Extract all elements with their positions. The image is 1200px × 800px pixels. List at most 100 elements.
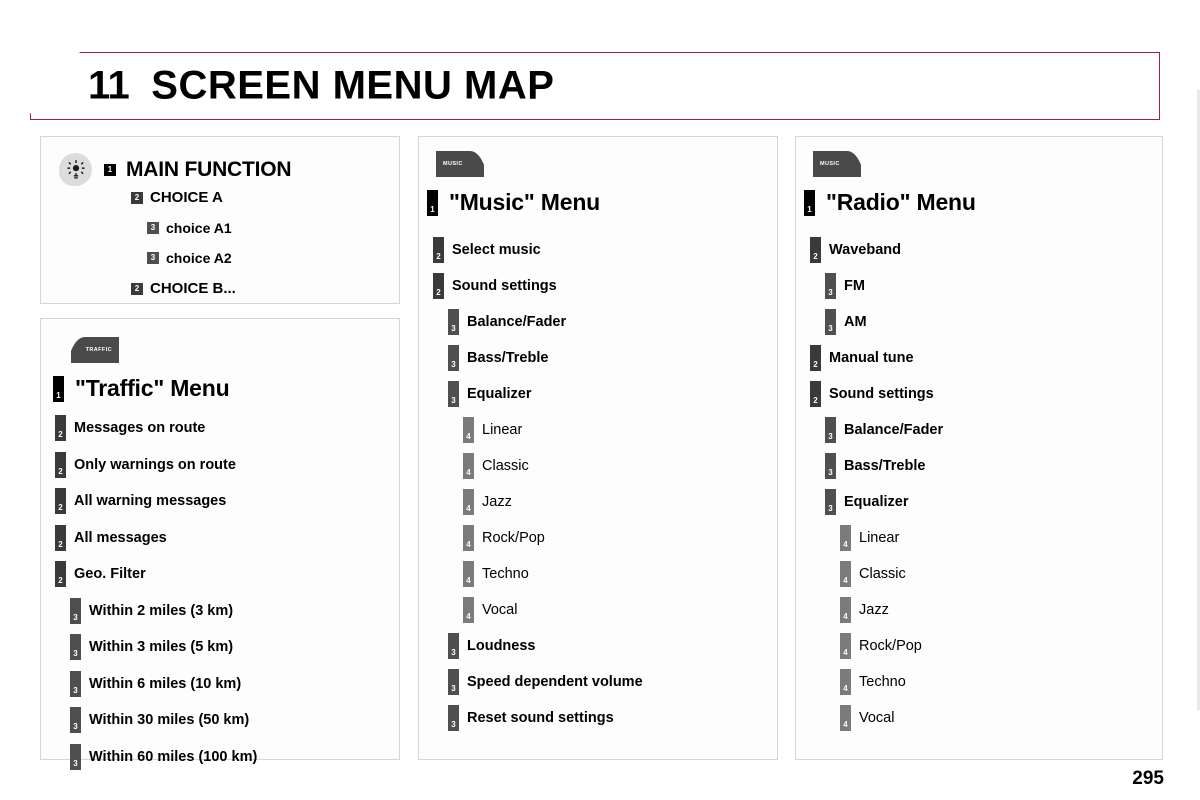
radio-menu-title: "Radio" Menu	[826, 189, 976, 215]
level-badge: 2	[433, 237, 444, 263]
menu-item[interactable]: 3 Reset sound settings	[448, 705, 751, 731]
legend-item-label: choice A2	[166, 250, 232, 266]
legend-level-badge: 2	[131, 191, 143, 204]
menu-item[interactable]: 2 Select music	[433, 237, 751, 263]
menu-item[interactable]: 3 Bass/Treble	[448, 345, 751, 371]
menu-item[interactable]: 4 Linear	[840, 525, 1136, 551]
header-text-group: 11 SCREEN MENU MAP	[88, 64, 554, 109]
chapter-number: 11	[88, 63, 130, 108]
menu-item[interactable]: 2 Waveband	[810, 237, 1136, 263]
music-tab-icon: MUSIC	[436, 151, 484, 177]
music-menu-title: "Music" Menu	[449, 189, 601, 215]
menu-item-label: Balance/Fader	[467, 314, 567, 330]
page-number: 295	[1132, 768, 1164, 789]
menu-item-label: FM	[844, 278, 865, 294]
legend-level-badge: 3	[147, 222, 159, 234]
level-badge: 3	[70, 707, 81, 733]
menu-item-label: Only warnings on route	[74, 456, 236, 473]
menu-item[interactable]: 3 Within 60 miles (100 km)	[70, 743, 373, 770]
menu-item[interactable]: 4 Jazz	[840, 597, 1136, 623]
menu-item-label: Reset sound settings	[467, 710, 614, 726]
menu-item[interactable]: 2 Only warnings on route	[55, 451, 373, 478]
level-badge: 3	[825, 273, 836, 299]
sun-settings-icon	[59, 153, 92, 186]
level-badge: 3	[448, 309, 459, 335]
menu-item-label: Classic	[859, 566, 906, 582]
level-badge: 3	[448, 381, 459, 407]
level-badge: 3	[448, 669, 459, 695]
menu-item[interactable]: 3 Balance/Fader	[448, 309, 751, 335]
legend-item: 3 choice A1	[147, 220, 236, 236]
music-tab-icon-wrap: MUSIC	[436, 151, 484, 177]
legend-header: 1 MAIN FUNCTION	[59, 153, 292, 186]
level-badge: 3	[825, 453, 836, 479]
level-badge: 3	[825, 309, 836, 335]
menu-item[interactable]: 2 Sound settings	[810, 381, 1136, 407]
menu-item-label: All messages	[74, 529, 167, 546]
legend-item: 2 CHOICE B...	[131, 280, 236, 297]
legend-level-1-badge: 1	[104, 163, 116, 176]
menu-item[interactable]: 2 Sound settings	[433, 273, 751, 299]
menu-item-label: Classic	[482, 458, 529, 474]
level-badge: 2	[55, 488, 66, 514]
menu-item[interactable]: 4 Techno	[463, 561, 751, 587]
legend-item: 3 choice A2	[147, 250, 236, 266]
music-menu-title-row: 1 "Music" Menu	[427, 189, 600, 216]
menu-item[interactable]: 4 Rock/Pop	[840, 633, 1136, 659]
level-badge: 2	[810, 345, 821, 371]
traffic-tab-icon-label: TRAFFIC	[85, 347, 112, 353]
level-badge: 4	[840, 705, 851, 731]
menu-item[interactable]: 4 Vocal	[840, 705, 1136, 731]
menu-item[interactable]: 4 Techno	[840, 669, 1136, 695]
legend-item-label: CHOICE B...	[150, 280, 236, 297]
level-badge: 3	[70, 634, 81, 660]
menu-item[interactable]: 2 Messages on route	[55, 415, 373, 441]
menu-item-label: Equalizer	[844, 494, 909, 510]
menu-item[interactable]: 4 Classic	[840, 561, 1136, 587]
level-badge: 3	[70, 743, 81, 770]
menu-item[interactable]: 3 Equalizer	[448, 381, 751, 407]
menu-item[interactable]: 4 Vocal	[463, 597, 751, 623]
menu-item[interactable]: 3 AM	[825, 309, 1136, 335]
music-menu-panel: MUSIC 1 "Music" Menu 2 Select music 2 Soun…	[418, 136, 778, 760]
menu-item[interactable]: 4 Rock/Pop	[463, 525, 751, 551]
traffic-menu-title: "Traffic" Menu	[75, 375, 230, 401]
menu-item-label: Waveband	[829, 242, 901, 258]
menu-item[interactable]: 4 Linear	[463, 417, 751, 443]
music-title-level-badge: 1	[427, 189, 438, 216]
menu-item[interactable]: 3 Within 30 miles (50 km)	[70, 707, 373, 733]
menu-item-label: All warning messages	[74, 493, 227, 509]
level-badge: 4	[840, 669, 851, 695]
menu-item[interactable]: 3 Within 6 miles (10 km)	[70, 670, 373, 697]
menu-item-label: Loudness	[467, 638, 536, 654]
menu-item-label: Jazz	[482, 494, 512, 510]
menu-item-label: Messages on route	[74, 420, 206, 436]
menu-item[interactable]: 3 FM	[825, 273, 1136, 299]
menu-item[interactable]: 4 Jazz	[463, 489, 751, 515]
menu-item[interactable]: 3 Speed dependent volume	[448, 669, 751, 695]
menu-item[interactable]: 4 Classic	[463, 453, 751, 479]
menu-item[interactable]: 3 Loudness	[448, 633, 751, 659]
menu-item[interactable]: 3 Balance/Fader	[825, 417, 1136, 443]
menu-item[interactable]: 2 All warning messages	[55, 488, 373, 514]
traffic-tab-icon: TRAFFIC	[71, 337, 119, 363]
menu-item-label: Geo. Filter	[74, 566, 146, 582]
menu-item-label: Techno	[482, 566, 529, 582]
level-badge: 4	[463, 597, 474, 623]
menu-item[interactable]: 3 Bass/Treble	[825, 453, 1136, 479]
menu-item[interactable]: 2 Geo. Filter	[55, 561, 373, 587]
legend-item: 2 CHOICE A	[131, 189, 236, 206]
traffic-title-level-badge: 1	[53, 375, 64, 402]
level-badge: 3	[448, 705, 459, 731]
menu-item-label: Bass/Treble	[844, 458, 926, 474]
legend-panel: 1 MAIN FUNCTION 2 CHOICE A 3 choice A1 3…	[40, 136, 400, 304]
chapter-header: 11 SCREEN MENU MAP	[30, 52, 1160, 120]
menu-item[interactable]: 3 Equalizer	[825, 489, 1136, 515]
menu-item-label: Within 2 miles (3 km)	[89, 602, 234, 619]
menu-item[interactable]: 2 Manual tune	[810, 345, 1136, 371]
menu-item[interactable]: 3 Within 2 miles (3 km)	[70, 597, 373, 624]
radio-menu-title-row: 1 "Radio" Menu	[804, 189, 976, 216]
menu-item[interactable]: 2 All messages	[55, 524, 373, 551]
menu-item[interactable]: 3 Within 3 miles (5 km)	[70, 634, 373, 660]
level-badge: 3	[825, 417, 836, 443]
